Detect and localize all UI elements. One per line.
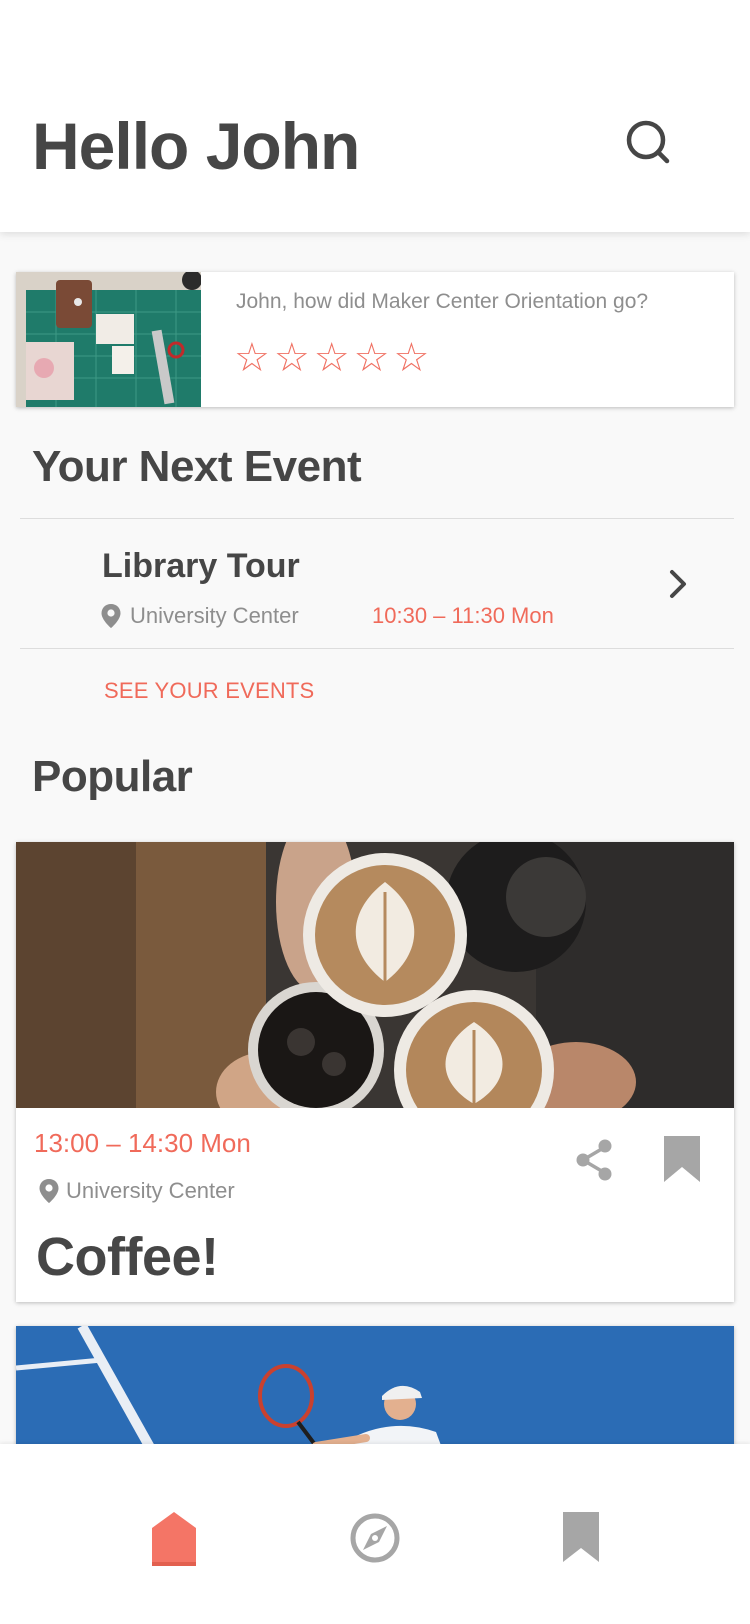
star-1-icon[interactable]: ☆ bbox=[234, 338, 270, 378]
location-pin-icon bbox=[101, 604, 121, 628]
star-4-icon[interactable]: ☆ bbox=[354, 338, 390, 378]
star-rating[interactable]: ☆ ☆ ☆ ☆ ☆ bbox=[234, 338, 433, 378]
bookmark-icon bbox=[664, 1136, 700, 1182]
star-5-icon[interactable]: ☆ bbox=[393, 338, 429, 378]
next-event-title: Library Tour bbox=[102, 547, 300, 585]
next-event-location-text: University Center bbox=[130, 603, 299, 628]
next-event-heading: Your Next Event bbox=[32, 442, 362, 491]
see-your-events-link[interactable]: SEE YOUR EVENTS bbox=[104, 678, 314, 704]
next-event-time: 10:30 – 11:30 Mon bbox=[372, 603, 554, 628]
home-icon bbox=[152, 1512, 196, 1566]
rate-event-card: John, how did Maker Center Orientation g… bbox=[16, 272, 734, 407]
compass-icon bbox=[350, 1513, 400, 1563]
bookmark-icon bbox=[563, 1512, 599, 1562]
bottom-tab-bar bbox=[0, 1444, 750, 1624]
star-3-icon[interactable]: ☆ bbox=[314, 338, 350, 378]
search-icon bbox=[626, 120, 670, 164]
location-pin-icon bbox=[39, 1179, 59, 1203]
tab-saved[interactable] bbox=[551, 1508, 611, 1568]
popular-event-title: Coffee! bbox=[36, 1227, 219, 1287]
popular-event-card[interactable]: 13:00 – 14:30 Mon University Center Coff… bbox=[16, 842, 734, 1302]
greeting-title: Hello John bbox=[32, 109, 360, 183]
rate-event-thumbnail bbox=[16, 272, 201, 407]
share-button[interactable] bbox=[574, 1138, 614, 1182]
next-event-location: University Center bbox=[100, 603, 299, 629]
popular-event-time: 13:00 – 14:30 Mon bbox=[34, 1128, 251, 1158]
share-icon bbox=[576, 1139, 612, 1181]
rating-question: John, how did Maker Center Orientation g… bbox=[236, 290, 649, 313]
divider bbox=[20, 648, 734, 649]
craft-table-image bbox=[16, 272, 201, 407]
popular-heading: Popular bbox=[32, 752, 193, 801]
coffee-event-image bbox=[16, 842, 734, 1108]
popular-event-location: University Center bbox=[38, 1178, 235, 1204]
popular-event-location-text: University Center bbox=[66, 1178, 235, 1203]
star-2-icon[interactable]: ☆ bbox=[274, 338, 310, 378]
next-event-row[interactable]: Library Tour University Center 10:30 – 1… bbox=[20, 519, 734, 647]
tab-explore[interactable] bbox=[345, 1508, 405, 1568]
chevron-right-icon bbox=[664, 569, 692, 599]
bookmark-button[interactable] bbox=[662, 1134, 702, 1184]
search-button[interactable] bbox=[624, 118, 676, 170]
tab-home[interactable] bbox=[144, 1508, 204, 1568]
app-header: Hello John bbox=[0, 0, 750, 232]
